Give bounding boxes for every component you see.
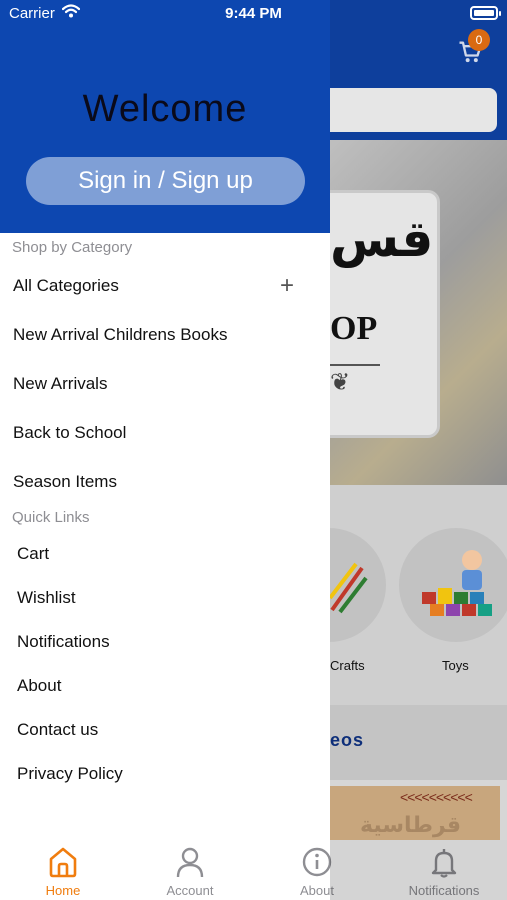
menu-item-label: New Arrivals (13, 374, 108, 393)
menu-item-label: All Categories (13, 276, 119, 295)
navigation-drawer: Welcome Sign in / Sign up Shop by Catego… (0, 0, 330, 840)
tab-account[interactable]: Account (127, 840, 253, 900)
shop-by-category-label: Shop by Category (12, 239, 133, 256)
tab-account-label: Account (166, 883, 214, 898)
quick-link-cart[interactable]: Cart (0, 534, 330, 574)
info-icon (302, 847, 332, 877)
home-icon (49, 847, 77, 878)
quick-link-label: Cart (17, 544, 50, 563)
menu-item-back-to-school[interactable]: Back to School (0, 413, 330, 453)
drawer-scrim[interactable] (330, 28, 507, 840)
welcome-title: Welcome (82, 88, 248, 130)
tab-home-label: Home (45, 883, 81, 898)
clock: 9:44 PM (225, 5, 282, 22)
quick-link-privacy-policy[interactable]: Privacy Policy (0, 754, 330, 794)
tab-bar-overlay (330, 840, 507, 900)
menu-item-label: Season Items (13, 472, 117, 491)
menu-item-new-arrivals[interactable]: New Arrivals (0, 364, 330, 404)
quick-link-label: Privacy Policy (17, 764, 123, 783)
quick-link-label: Contact us (17, 720, 99, 739)
quick-link-about[interactable]: About (0, 666, 330, 706)
menu-item-all-categories[interactable]: All Categories + (0, 266, 330, 306)
expand-plus-icon[interactable]: + (280, 274, 294, 298)
quick-link-label: About (17, 676, 62, 695)
menu-item-season-items[interactable]: Season Items (0, 462, 330, 502)
quick-link-label: Wishlist (17, 588, 76, 607)
quick-link-contact-us[interactable]: Contact us (0, 710, 330, 750)
tab-home[interactable]: Home (0, 840, 126, 900)
menu-item-label: Back to School (13, 423, 127, 442)
quick-links-label: Quick Links (12, 509, 90, 526)
account-icon (176, 847, 204, 878)
quick-link-label: Notifications (17, 632, 110, 651)
menu-item-label: New Arrival Childrens Books (13, 325, 228, 344)
battery-icon (470, 6, 501, 20)
quick-link-wishlist[interactable]: Wishlist (0, 578, 330, 618)
menu-item-new-arrival-childrens-books[interactable]: New Arrival Childrens Books (0, 315, 330, 355)
drawer-header: Welcome Sign in / Sign up (0, 0, 330, 233)
sign-in-button[interactable]: Sign in / Sign up (26, 157, 305, 205)
status-bar: Carrier 9:44 PM (0, 0, 507, 28)
quick-link-notifications[interactable]: Notifications (0, 622, 330, 662)
